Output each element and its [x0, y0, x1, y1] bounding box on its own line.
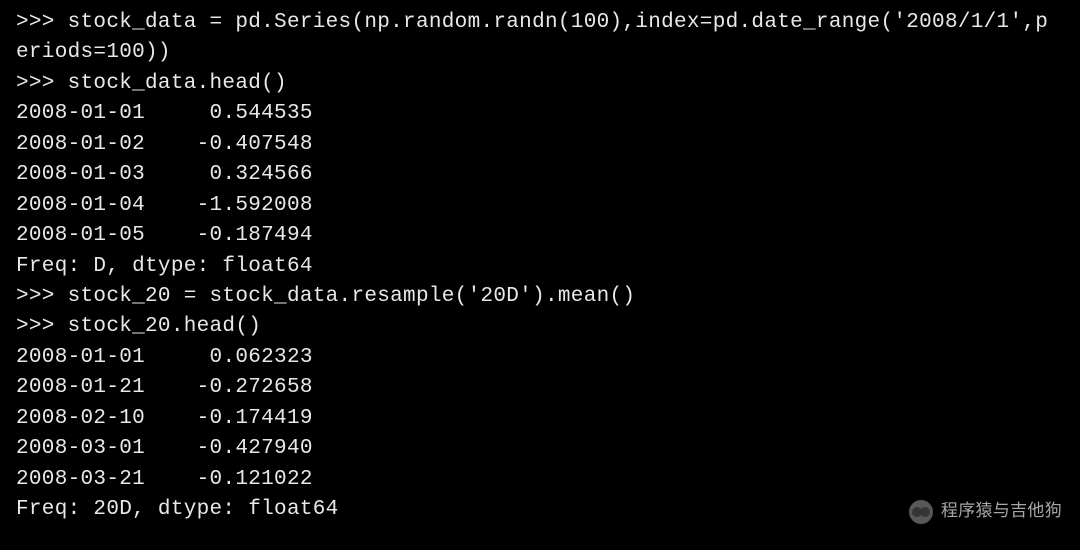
- output-date: 2008-01-02: [16, 133, 145, 156]
- output-value: -0.272658: [197, 376, 313, 399]
- output-footer: Freq: 20D, dtype: float64: [16, 495, 1064, 525]
- code-line-1: >>> stock_data = pd.Series(np.random.ran…: [16, 8, 1064, 38]
- command-text: stock_data.head(): [68, 72, 287, 95]
- output-row: 2008-01-01 0.544535: [16, 99, 1064, 129]
- output-value: -0.187494: [197, 224, 313, 247]
- output-row: 2008-01-03 0.324566: [16, 160, 1064, 190]
- output-date: 2008-01-01: [16, 102, 145, 125]
- output-row: 2008-03-01 -0.427940: [16, 434, 1064, 464]
- output-row: 2008-01-02 -0.407548: [16, 130, 1064, 160]
- command-text: stock_20 = stock_data.resample('20D').me…: [68, 285, 636, 308]
- watermark-text: 程序猿与吉他狗: [941, 499, 1062, 524]
- output-value: 0.324566: [197, 163, 313, 186]
- watermark: 程序猿与吉他狗: [909, 499, 1062, 524]
- output-row: 2008-01-04 -1.592008: [16, 191, 1064, 221]
- command-text-cont: eriods=100)): [16, 41, 171, 64]
- output-value: 0.544535: [197, 102, 313, 125]
- prompt: >>>: [16, 72, 68, 95]
- output-value: -0.427940: [197, 437, 313, 460]
- output-row: 2008-03-21 -0.121022: [16, 465, 1064, 495]
- output-row: 2008-01-05 -0.187494: [16, 221, 1064, 251]
- output-date: 2008-01-05: [16, 224, 145, 247]
- command-text: stock_data = pd.Series(np.random.randn(1…: [68, 11, 1049, 34]
- output-value: -1.592008: [197, 194, 313, 217]
- output-value: 0.062323: [197, 346, 313, 369]
- output-value: -0.174419: [197, 407, 313, 430]
- prompt: >>>: [16, 285, 68, 308]
- wechat-icon: [909, 500, 933, 524]
- output-value: -0.121022: [197, 468, 313, 491]
- prompt: >>>: [16, 315, 68, 338]
- output-date: 2008-02-10: [16, 407, 145, 430]
- output-date: 2008-03-01: [16, 437, 145, 460]
- output-date: 2008-03-21: [16, 468, 145, 491]
- output-footer: Freq: D, dtype: float64: [16, 252, 1064, 282]
- output-row: 2008-01-01 0.062323: [16, 343, 1064, 373]
- output-value: -0.407548: [197, 133, 313, 156]
- code-line-3: >>> stock_20 = stock_data.resample('20D'…: [16, 282, 1064, 312]
- output-date: 2008-01-01: [16, 346, 145, 369]
- output-row: 2008-01-21 -0.272658: [16, 373, 1064, 403]
- output-date: 2008-01-04: [16, 194, 145, 217]
- prompt: >>>: [16, 11, 68, 34]
- code-line-1-cont: eriods=100)): [16, 38, 1064, 68]
- code-line-2: >>> stock_data.head(): [16, 69, 1064, 99]
- output-row: 2008-02-10 -0.174419: [16, 404, 1064, 434]
- code-line-4: >>> stock_20.head(): [16, 312, 1064, 342]
- output-date: 2008-01-21: [16, 376, 145, 399]
- output-date: 2008-01-03: [16, 163, 145, 186]
- command-text: stock_20.head(): [68, 315, 262, 338]
